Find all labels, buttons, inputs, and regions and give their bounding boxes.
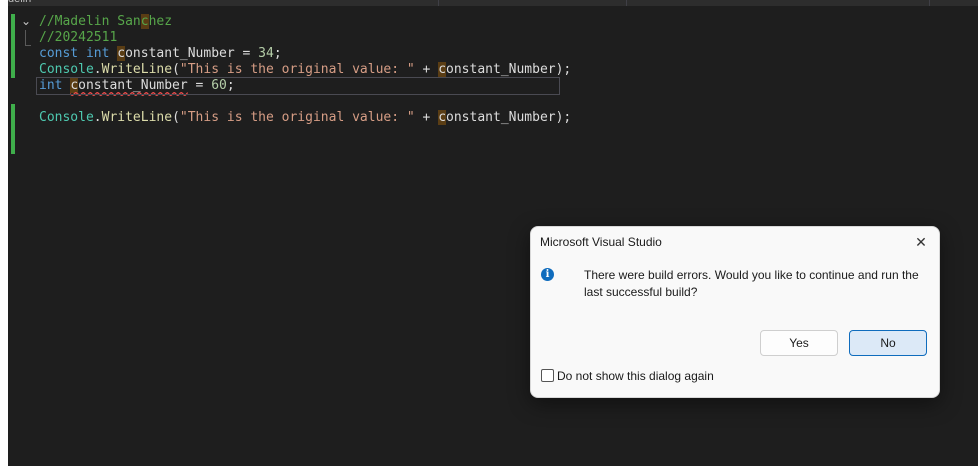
code-token: 60 — [211, 78, 227, 93]
code-token: = — [187, 78, 212, 93]
code-token: ( — [172, 62, 180, 77]
fold-chevron-icon[interactable]: ⌄ — [19, 14, 33, 28]
code-token: + — [414, 62, 439, 77]
code-token: 34 — [258, 46, 274, 61]
window-title-fragment: delin — [8, 0, 31, 5]
code-token: //Madelin San — [39, 14, 141, 29]
dont-show-again-checkbox[interactable] — [541, 369, 554, 382]
dont-show-again-row[interactable]: Do not show this dialog again — [541, 369, 714, 383]
tab-strip: delin — [8, 0, 978, 6]
code-token: "This is the original value: " — [179, 110, 415, 125]
code-token: . — [93, 110, 102, 125]
tab-separator — [626, 0, 627, 6]
dialog-title: Microsoft Visual Studio — [540, 235, 662, 249]
code-token: c — [438, 110, 447, 125]
code-token: c — [140, 14, 149, 29]
code-token: onstant_Number — [78, 78, 188, 93]
code-token: "This is the original value: " — [179, 62, 415, 77]
change-indicator-bar — [11, 104, 15, 154]
code-token: int — [85, 46, 110, 61]
fold-guide-line — [25, 30, 26, 45]
no-button[interactable]: No — [849, 330, 927, 356]
code-line[interactable]: int constant_Number = 60; — [36, 77, 560, 95]
yes-button[interactable]: Yes — [760, 330, 838, 356]
change-indicator-bar — [11, 14, 15, 78]
tab-separator — [438, 0, 439, 6]
code-token: //20242511 — [39, 30, 118, 45]
tab-separator — [929, 0, 930, 6]
code-editor[interactable]: //Madelin Sanchez//20242511 const int con… — [36, 14, 571, 126]
code-token: onstant_Number); — [446, 110, 572, 125]
code-token: + — [414, 110, 439, 125]
code-token: const — [39, 46, 79, 61]
code-token: onstant_Number = — [125, 46, 259, 61]
code-token: c — [117, 46, 126, 61]
code-token: c — [70, 78, 79, 93]
dont-show-again-label: Do not show this dialog again — [557, 369, 714, 383]
code-token: WriteLine — [101, 62, 173, 77]
code-token: int — [39, 78, 63, 93]
close-icon[interactable]: ✕ — [912, 233, 930, 251]
code-line[interactable] — [39, 94, 571, 110]
code-token: c — [438, 62, 447, 77]
code-token: ; — [226, 78, 235, 93]
code-line[interactable]: Console.WriteLine("This is the original … — [39, 110, 571, 126]
code-token: ; — [273, 46, 282, 61]
code-token: Console — [39, 62, 94, 77]
code-line[interactable]: //Madelin Sanchez — [39, 14, 571, 30]
code-line[interactable]: //20242511 — [39, 30, 571, 46]
code-token: ( — [172, 110, 180, 125]
build-errors-dialog: Microsoft Visual Studio ✕ i There were b… — [530, 226, 940, 398]
code-line[interactable]: Console.WriteLine("This is the original … — [39, 62, 571, 78]
code-token: Console — [39, 110, 94, 125]
code-token: onstant_Number); — [446, 62, 572, 77]
fold-guide-end — [25, 45, 31, 46]
code-token: WriteLine — [101, 110, 173, 125]
code-token: hez — [148, 14, 173, 29]
info-icon: i — [541, 268, 554, 281]
code-line[interactable]: const int constant_Number = 34; — [39, 46, 571, 62]
code-token: . — [93, 62, 102, 77]
dialog-message: There were build errors. Would you like … — [584, 268, 919, 299]
